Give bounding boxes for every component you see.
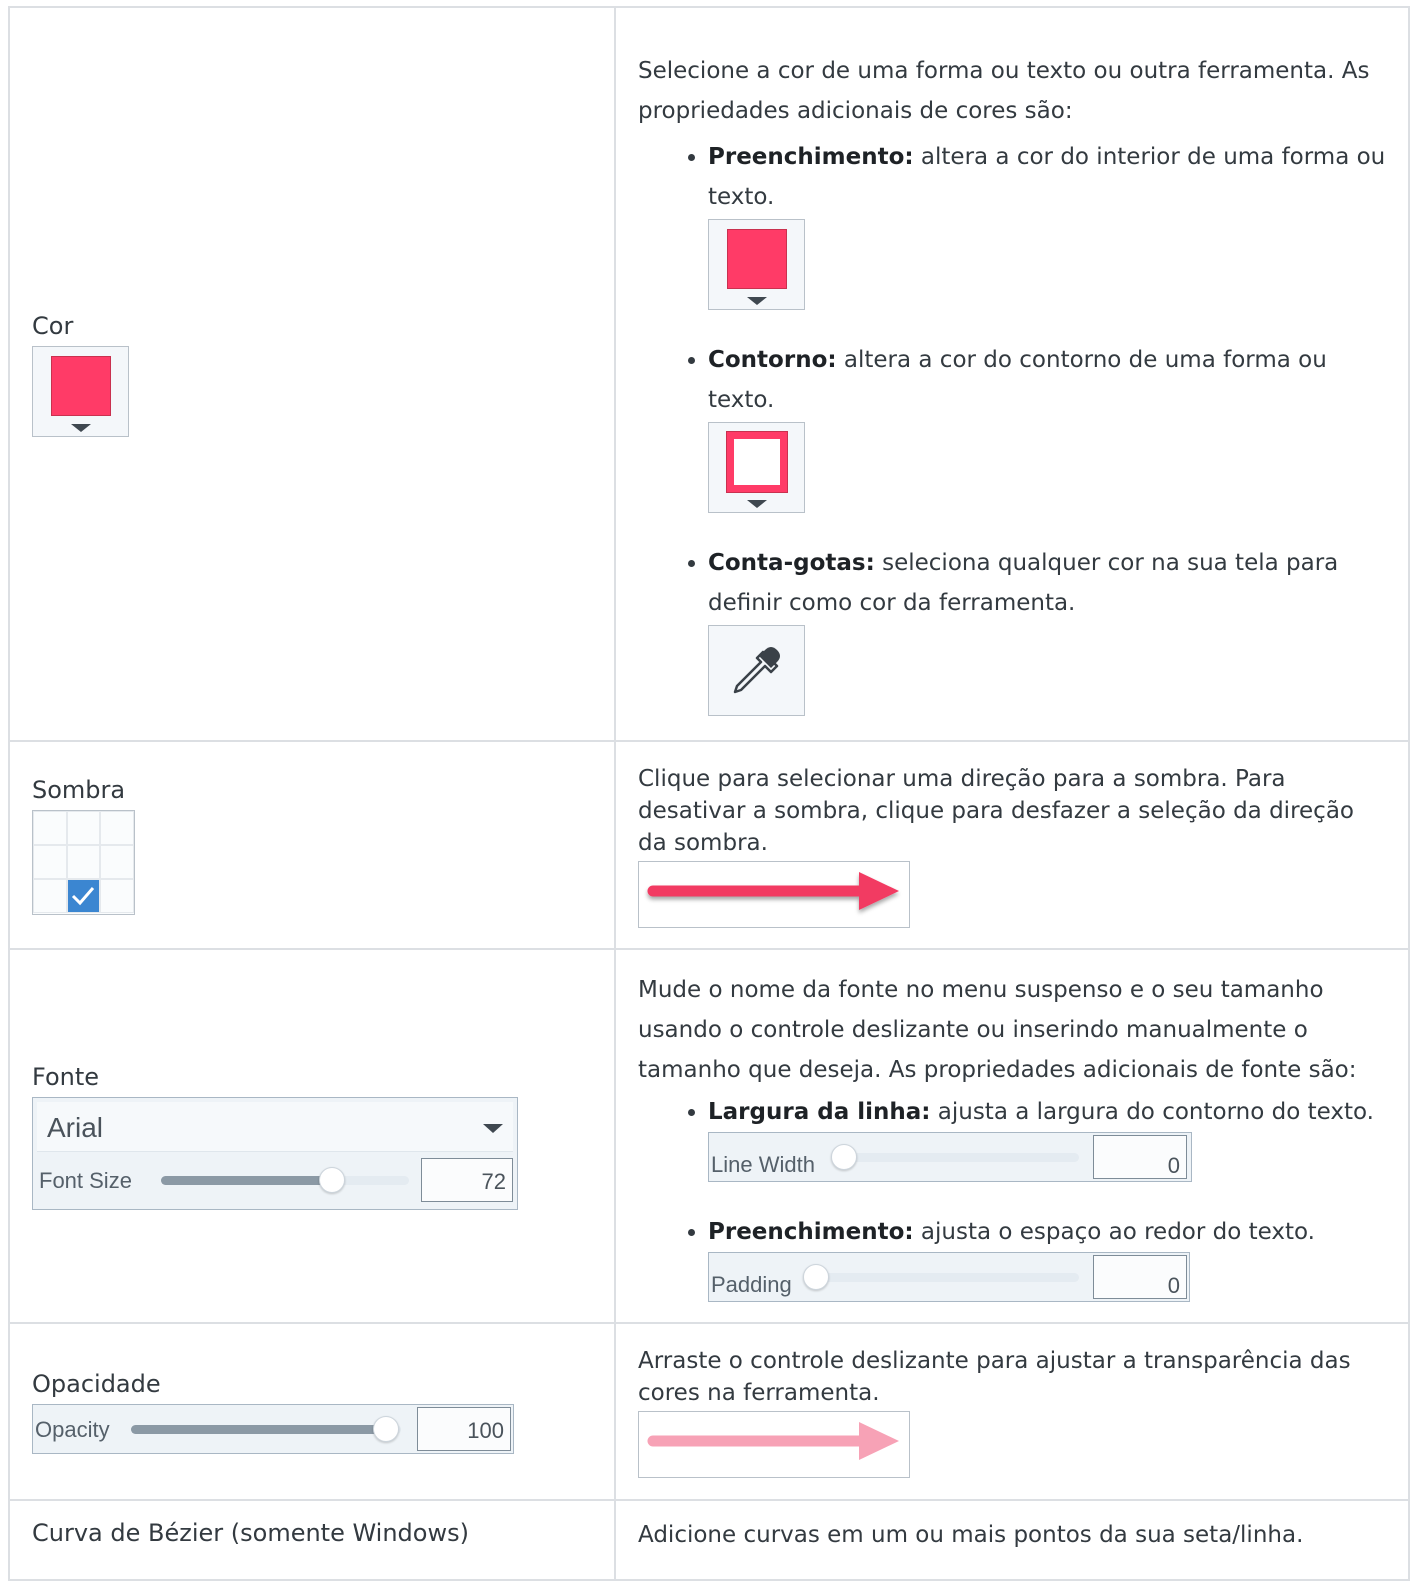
shadow-description: Clique para selecionar uma direção para …: [638, 765, 1354, 856]
arrow-icon: [647, 1422, 899, 1460]
chevron-down-icon: [71, 423, 91, 432]
opacity-panel: Opacity 100: [32, 1403, 514, 1454]
shadow-label-cell: Sombra: [8, 740, 616, 950]
line-width-text: ajusta a largura do contorno do texto.: [930, 1099, 1374, 1125]
color-swatch-button[interactable]: [32, 345, 129, 437]
font-panel: Arial Font Size 72: [32, 1096, 518, 1210]
shadow-desc-cell: Clique para selecionar uma direção para …: [614, 740, 1410, 950]
opacity-label: Opacidade: [32, 1369, 161, 1398]
line-width-label: Line Width: [711, 1152, 815, 1177]
padding-control: Padding 0: [709, 1253, 1189, 1301]
color-properties-list: Preenchimento: altera a cor do interior …: [638, 137, 1386, 716]
table-row-shadow: Sombra Clique para selecionar uma direçã…: [8, 740, 1410, 950]
shadow-cell[interactable]: [33, 879, 67, 914]
color-swatch: [51, 355, 111, 416]
shadow-cell[interactable]: [33, 844, 67, 880]
font-size-fill: [161, 1175, 332, 1185]
opacity-fill: [131, 1424, 389, 1434]
opacity-input[interactable]: 100: [417, 1406, 511, 1451]
font-label: Fonte: [32, 1062, 100, 1091]
outline-swatch: [727, 431, 787, 492]
bezier-label: Curva de Bézier (somente Windows): [32, 1519, 469, 1547]
slider-handle[interactable]: [373, 1415, 399, 1442]
checkmark-icon: [72, 887, 95, 906]
font-properties-list: Largura da linha: ajusta a largura do co…: [638, 1092, 1386, 1302]
line-width-input[interactable]: 0: [1093, 1135, 1187, 1179]
slider-handle[interactable]: [831, 1144, 857, 1170]
padding-term: Preenchimento:: [708, 1219, 914, 1245]
opacity-slider[interactable]: [131, 1415, 401, 1442]
shadow-cell[interactable]: [66, 810, 101, 845]
opacity-label-cell: Opacidade Opacity 100: [8, 1322, 616, 1501]
shadow-cell[interactable]: [100, 810, 134, 845]
opacity-arrow-preview: [638, 1411, 910, 1478]
opacity-desc-cell: Arraste o controle deslizante para ajust…: [614, 1322, 1410, 1501]
chevron-down-icon: [747, 296, 767, 305]
shadow-arrow-preview: [638, 860, 910, 928]
font-desc-cell: Mude o nome da fonte no menu suspenso e …: [614, 948, 1410, 1324]
padding-label: Padding: [711, 1272, 792, 1297]
line-width-control: Line Width 0: [709, 1133, 1191, 1181]
opacity-control: Opacity 100: [33, 1405, 513, 1453]
opacity-slider-label: Opacity: [35, 1416, 110, 1442]
fill-swatch: [727, 228, 787, 289]
table-row-opacity: Opacidade Opacity 100 Arraste o controle…: [8, 1322, 1410, 1501]
shadow-label: Sombra: [32, 775, 126, 804]
line-width-slider[interactable]: [831, 1144, 1079, 1170]
opacity-description: Arraste o controle deslizante para ajust…: [638, 1348, 1351, 1406]
bezier-description: Adicione curvas em um ou mais pontos da …: [638, 1522, 1304, 1548]
color-label: Cor: [32, 311, 74, 340]
eyedropper-button[interactable]: [708, 624, 805, 716]
line-width-term: Largura da linha:: [708, 1099, 931, 1125]
color-description: Selecione a cor de uma forma ou texto ou…: [638, 57, 1370, 124]
padding-text: ajusta o espaço ao redor do texto.: [913, 1219, 1315, 1245]
table-row-bezier: Curva de Bézier (somente Windows) Adicio…: [8, 1499, 1410, 1581]
color-desc-cell: Selecione a cor de uma forma ou texto ou…: [614, 6, 1410, 742]
shadow-cell[interactable]: [100, 844, 134, 880]
font-label-cell: Fonte Arial Font Size 72: [8, 948, 616, 1324]
arrow-icon: [647, 871, 899, 910]
slider-handle[interactable]: [803, 1264, 829, 1290]
outline-color-button[interactable]: [708, 421, 805, 513]
shadow-direction-grid[interactable]: [32, 809, 135, 915]
fill-color-button[interactable]: [708, 218, 805, 310]
shadow-cell[interactable]: [100, 879, 134, 914]
properties-table: Cor Selecione a cor de uma forma ou text…: [8, 6, 1410, 1581]
padding-panel: Padding 0: [708, 1252, 1190, 1302]
chevron-down-icon: [483, 1123, 503, 1133]
font-dropdown[interactable]: Arial: [37, 1101, 513, 1152]
chevron-down-icon: [747, 499, 767, 508]
list-item: Conta-gotas: seleciona qualquer cor na s…: [708, 543, 1386, 716]
eyedropper-icon: [733, 646, 780, 693]
padding-slider[interactable]: [803, 1264, 1079, 1290]
shadow-cell-selected[interactable]: [66, 879, 101, 914]
line-width-panel: Line Width 0: [708, 1132, 1192, 1182]
dropper-term: Conta-gotas:: [708, 549, 875, 576]
bezier-label-cell: Curva de Bézier (somente Windows): [8, 1499, 616, 1581]
slider-handle[interactable]: [319, 1166, 345, 1193]
fill-term: Preenchimento:: [708, 143, 914, 170]
font-size-control: Font Size 72: [37, 1156, 513, 1204]
shadow-cell[interactable]: [66, 844, 101, 880]
font-description: Mude o nome da fonte no menu suspenso e …: [638, 977, 1357, 1083]
padding-input[interactable]: 0: [1093, 1255, 1187, 1299]
font-size-input[interactable]: 72: [421, 1157, 513, 1202]
font-size-label: Font Size: [39, 1167, 132, 1193]
bezier-desc-cell: Adicione curvas em um ou mais pontos da …: [614, 1499, 1410, 1581]
color-label-cell: Cor: [8, 6, 616, 742]
table-row-color: Cor Selecione a cor de uma forma ou text…: [8, 6, 1410, 742]
shadow-cell[interactable]: [33, 810, 67, 845]
font-name: Arial: [47, 1111, 104, 1143]
list-item: Preenchimento: ajusta o espaço ao redor …: [708, 1212, 1386, 1302]
outline-term: Contorno:: [708, 346, 837, 373]
list-item: Contorno: altera a cor do contorno de um…: [708, 340, 1386, 513]
list-item: Largura da linha: ajusta a largura do co…: [708, 1092, 1386, 1182]
list-item: Preenchimento: altera a cor do interior …: [708, 137, 1386, 310]
font-size-slider[interactable]: [161, 1166, 409, 1193]
table-row-font: Fonte Arial Font Size 72 Mude o nome da …: [8, 948, 1410, 1324]
